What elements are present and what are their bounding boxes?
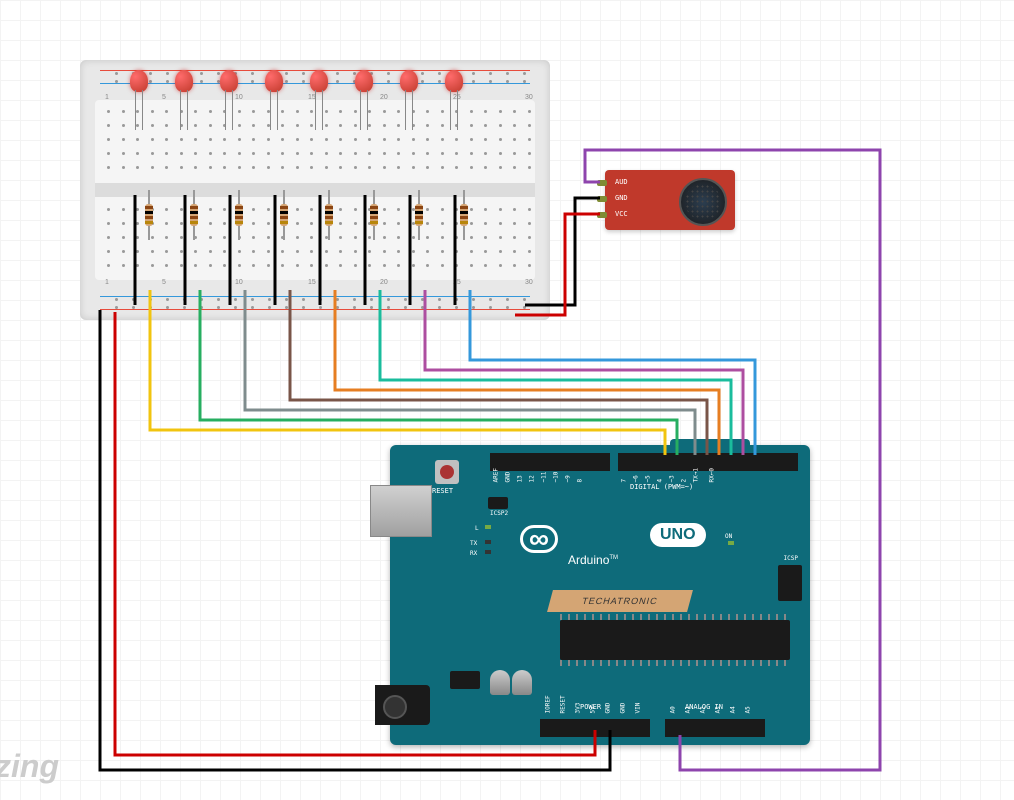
uno-badge: UNO [650,523,706,547]
bb-col-b15: 15 [308,279,316,286]
rx-led [485,550,491,554]
digital-pin-TX1: TX→1 [693,468,700,482]
power-header [540,719,650,737]
analog-header [665,719,765,737]
power-pin-5V: 5V [590,706,597,713]
led-7 [400,70,424,94]
arduino-brand: ArduinoTM [568,553,618,567]
power-pin-VIN: VIN [635,703,642,714]
power-pin-GND: GND [605,703,612,714]
led-3 [220,70,244,94]
power-pin-3V3: 3V3 [575,703,582,714]
arduino-uno-board: RESET ∞ UNO ArduinoTM ICSP2 L TX RX ON I… [390,445,810,745]
analog-pin-A2: A2 [700,706,707,713]
digital-pin-3: ~3 [669,475,676,482]
analog-pin-A3: A3 [715,706,722,713]
sound-pin-gnd: GND [615,194,628,202]
digital-group-label: DIGITAL (PWM=~) [630,483,693,491]
resistor-6 [370,190,378,240]
led-2 [175,70,199,94]
icsp-label: ICSP [784,555,798,562]
analog-pin-A4: A4 [730,706,737,713]
led-5 [310,70,334,94]
resistor-2 [190,190,198,240]
resistor-4 [280,190,288,240]
resistor-5 [325,190,333,240]
digital-pin-AREF: AREF [493,468,500,482]
microphone-icon [679,178,727,226]
sound-pin-aud: AUD [615,178,628,186]
usb-port [370,485,432,537]
arduino-logo: ∞ [520,525,558,553]
bb-col-1: 1 [105,94,109,101]
bb-col-10: 10 [235,94,243,101]
l-led [485,525,491,529]
tx-led [485,540,491,544]
digital-pin-4: 4 [657,479,664,483]
bb-col-b5: 5 [162,279,166,286]
tx-label: TX [470,540,477,547]
digital-pin-5: ~5 [645,475,652,482]
power-pin-GND: GND [620,703,627,714]
resistor-8 [460,190,468,240]
resistor-7 [415,190,423,240]
voltage-regulator [450,671,480,689]
power-pin-IOREF: IOREF [545,695,552,713]
analog-pin-A5: A5 [745,706,752,713]
digital-pin-7: 7 [621,479,628,483]
sound-pin-vcc: VCC [615,210,628,218]
digital-pin-11: ~11 [541,472,548,483]
digital-pin-13: 13 [517,475,524,482]
resistor-3 [235,190,243,240]
digital-pin-8: 8 [577,479,584,483]
reset-label: RESET [432,487,453,495]
digital-pin-10: ~10 [553,472,560,483]
digital-pin-GND: GND [505,472,512,483]
power-jack [375,685,430,725]
analog-pin-A0: A0 [670,706,677,713]
digital-pin-RX0: RX←0 [709,468,716,482]
resistor-1 [145,190,153,240]
bb-col-5: 5 [162,94,166,101]
sound-sensor-module: AUD GND VCC [605,170,735,230]
power-pin-RESET: RESET [560,695,567,713]
l-label: L [475,525,479,532]
capacitors [490,670,540,695]
digital-pin-2: 2 [681,479,688,483]
bb-col-b1: 1 [105,279,109,286]
reset-button[interactable] [435,460,459,484]
fritzing-watermark: zing [0,748,59,785]
led-1 [130,70,154,94]
led-8 [445,70,469,94]
digital-pin-6: ~6 [633,475,640,482]
infinity-icon: ∞ [520,525,558,553]
digital-header-1 [490,453,610,471]
on-led [728,541,734,545]
bb-col-b10: 10 [235,279,243,286]
led-4 [265,70,289,94]
on-label: ON [725,533,732,540]
analog-pin-A1: A1 [685,706,692,713]
bb-col-b20: 20 [380,279,388,286]
rx-label: RX [470,550,477,557]
digital-pin-9: ~9 [565,475,572,482]
techatronic-label: TECHATRONIC [547,590,693,612]
bb-col-b25: 25 [453,279,461,286]
digital-pin-12: 12 [529,475,536,482]
bb-col-30: 30 [525,94,533,101]
led-6 [355,70,379,94]
atmega-chip [560,620,790,660]
icsp-header [778,565,802,601]
bb-col-20: 20 [380,94,388,101]
bb-col-b30: 30 [525,279,533,286]
icsp2-label: ICSP2 [490,510,508,517]
